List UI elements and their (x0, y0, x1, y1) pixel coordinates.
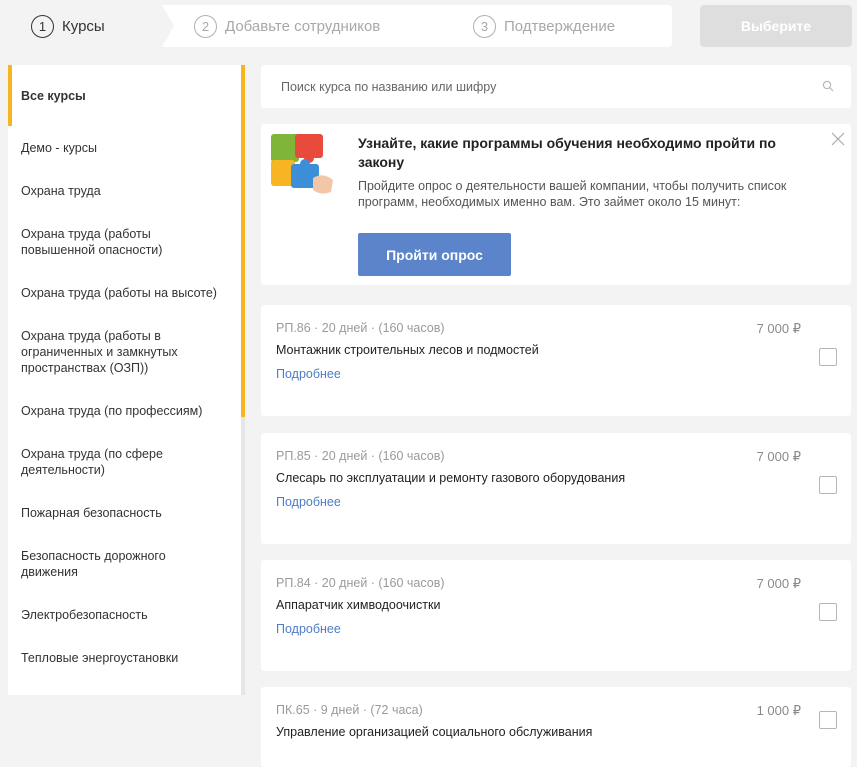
course-price: 7 000 ₽ (756, 449, 801, 464)
sidebar-item-label: Все курсы (21, 88, 86, 103)
sidebar-item[interactable]: Тепловые энергоустановки (8, 636, 238, 679)
puzzle-icon (271, 134, 333, 194)
course-price: 7 000 ₽ (756, 321, 801, 336)
course-title: Управление организацией социального обсл… (276, 725, 593, 739)
course-title: Слесарь по эксплуатации и ремонту газово… (276, 471, 626, 485)
sidebar-item-label: Электробезопасность (21, 607, 148, 622)
step-courses[interactable]: 1 Курсы (31, 5, 105, 47)
sidebar-item[interactable]: Охрана труда (работы на высоте) (8, 271, 238, 314)
sidebar-item-label: Демо - курсы (21, 140, 97, 155)
sidebar-item-label: Охрана труда (по сфере деятельности) (21, 446, 163, 477)
course-meta: ПК.65 · 9 дней · (72 часа) (276, 703, 423, 717)
step-arrow (162, 5, 174, 47)
sidebar-item[interactable]: Безопасность дорожного движения (8, 534, 238, 593)
sidebar-item-label: Охрана труда (по профессиям) (21, 403, 203, 418)
course-title: Аппаратчик химводоочистки (276, 598, 441, 612)
step-number: 2 (194, 14, 217, 38)
checkout-stepper: 1 Курсы 2 Добавьте сотрудников 3 Подтвер… (8, 5, 672, 47)
promo-text: Пройдите опрос о деятельности вашей комп… (358, 179, 787, 209)
step-label: Курсы (62, 17, 105, 35)
course-card: РП.86 · 20 дней · (160 часов) Монтажник … (261, 305, 851, 416)
sidebar-item-label: Безопасность дорожного движения (21, 548, 166, 579)
step-label: Подтверждение (504, 17, 616, 35)
sidebar-item[interactable]: Все курсы (8, 65, 238, 126)
step-label: Добавьте сотрудников (225, 17, 381, 35)
course-card: ПК.65 · 9 дней · (72 часа) Управление ор… (261, 687, 851, 767)
sidebar-item-label: Охрана труда (работы на высоте) (21, 285, 217, 300)
select-button[interactable]: Выберите (700, 5, 852, 47)
sidebar-item-label: Пожарная безопасность (21, 505, 162, 520)
sidebar-item-label: Охрана труда (работы в ограниченных и за… (21, 328, 178, 375)
step-number: 3 (473, 14, 496, 38)
course-select-checkbox[interactable] (819, 711, 837, 729)
course-details-link[interactable]: Подробнее (276, 367, 341, 381)
sidebar-item-label: Охрана труда (21, 183, 101, 198)
step-add-employees[interactable]: 2 Добавьте сотрудников (194, 5, 380, 47)
survey-promo: Узнайте, какие программы обучения необхо… (261, 124, 851, 285)
step-number: 1 (31, 14, 54, 38)
sidebar-item[interactable]: Гражданская оборона (8, 679, 238, 696)
course-price: 7 000 ₽ (756, 576, 801, 591)
sidebar-item[interactable]: Охрана труда (работы в ограниченных и за… (8, 314, 238, 389)
close-icon[interactable] (831, 132, 845, 146)
course-card: РП.85 · 20 дней · (160 часов) Слесарь по… (261, 433, 851, 544)
sidebar-item[interactable]: Охрана труда (по профессиям) (8, 389, 238, 432)
sidebar-item-label: Гражданская оборона (21, 693, 149, 696)
course-select-checkbox[interactable] (819, 348, 837, 366)
category-list: Все курсы Демо - курсы Охрана труда Охрана … (8, 65, 238, 695)
sidebar-item[interactable]: Пожарная безопасность (8, 491, 238, 534)
course-meta: РП.84 · 20 дней · (160 часов) (276, 576, 445, 590)
step-confirmation[interactable]: 3 Подтверждение (473, 5, 615, 47)
sidebar-item[interactable]: Демо - курсы (8, 126, 238, 169)
course-details-link[interactable]: Подробнее (276, 495, 341, 509)
promo-title: Узнайте, какие программы обучения необхо… (358, 135, 776, 170)
course-details-link[interactable]: Подробнее (276, 622, 341, 636)
sidebar-item[interactable]: Охрана труда (работы повышенной опасност… (8, 212, 238, 271)
take-survey-button[interactable]: Пройти опрос (358, 233, 511, 276)
sidebar-item[interactable]: Электробезопасность (8, 593, 238, 636)
sidebar-item[interactable]: Охрана труда (8, 169, 238, 212)
course-card: РП.84 · 20 дней · (160 часов) Аппаратчик… (261, 560, 851, 671)
course-select-checkbox[interactable] (819, 603, 837, 621)
course-title: Монтажник строительных лесов и подмостей (276, 343, 539, 357)
course-meta: РП.85 · 20 дней · (160 часов) (276, 449, 445, 463)
course-select-checkbox[interactable] (819, 476, 837, 494)
search-box (261, 65, 851, 108)
course-meta: РП.86 · 20 дней · (160 часов) (276, 321, 445, 335)
sidebar-item-label: Охрана труда (работы повышенной опасност… (21, 226, 163, 257)
sidebar-item-label: Тепловые энергоустановки (21, 650, 179, 665)
sidebar-item[interactable]: Охрана труда (по сфере деятельности) (8, 432, 238, 491)
course-price: 1 000 ₽ (756, 703, 801, 718)
sidebar-scrollbar-thumb[interactable] (241, 65, 245, 417)
search-input[interactable] (261, 65, 821, 108)
search-icon[interactable] (822, 80, 834, 92)
category-sidebar: Все курсы Демо - курсы Охрана труда Охрана … (8, 65, 245, 695)
